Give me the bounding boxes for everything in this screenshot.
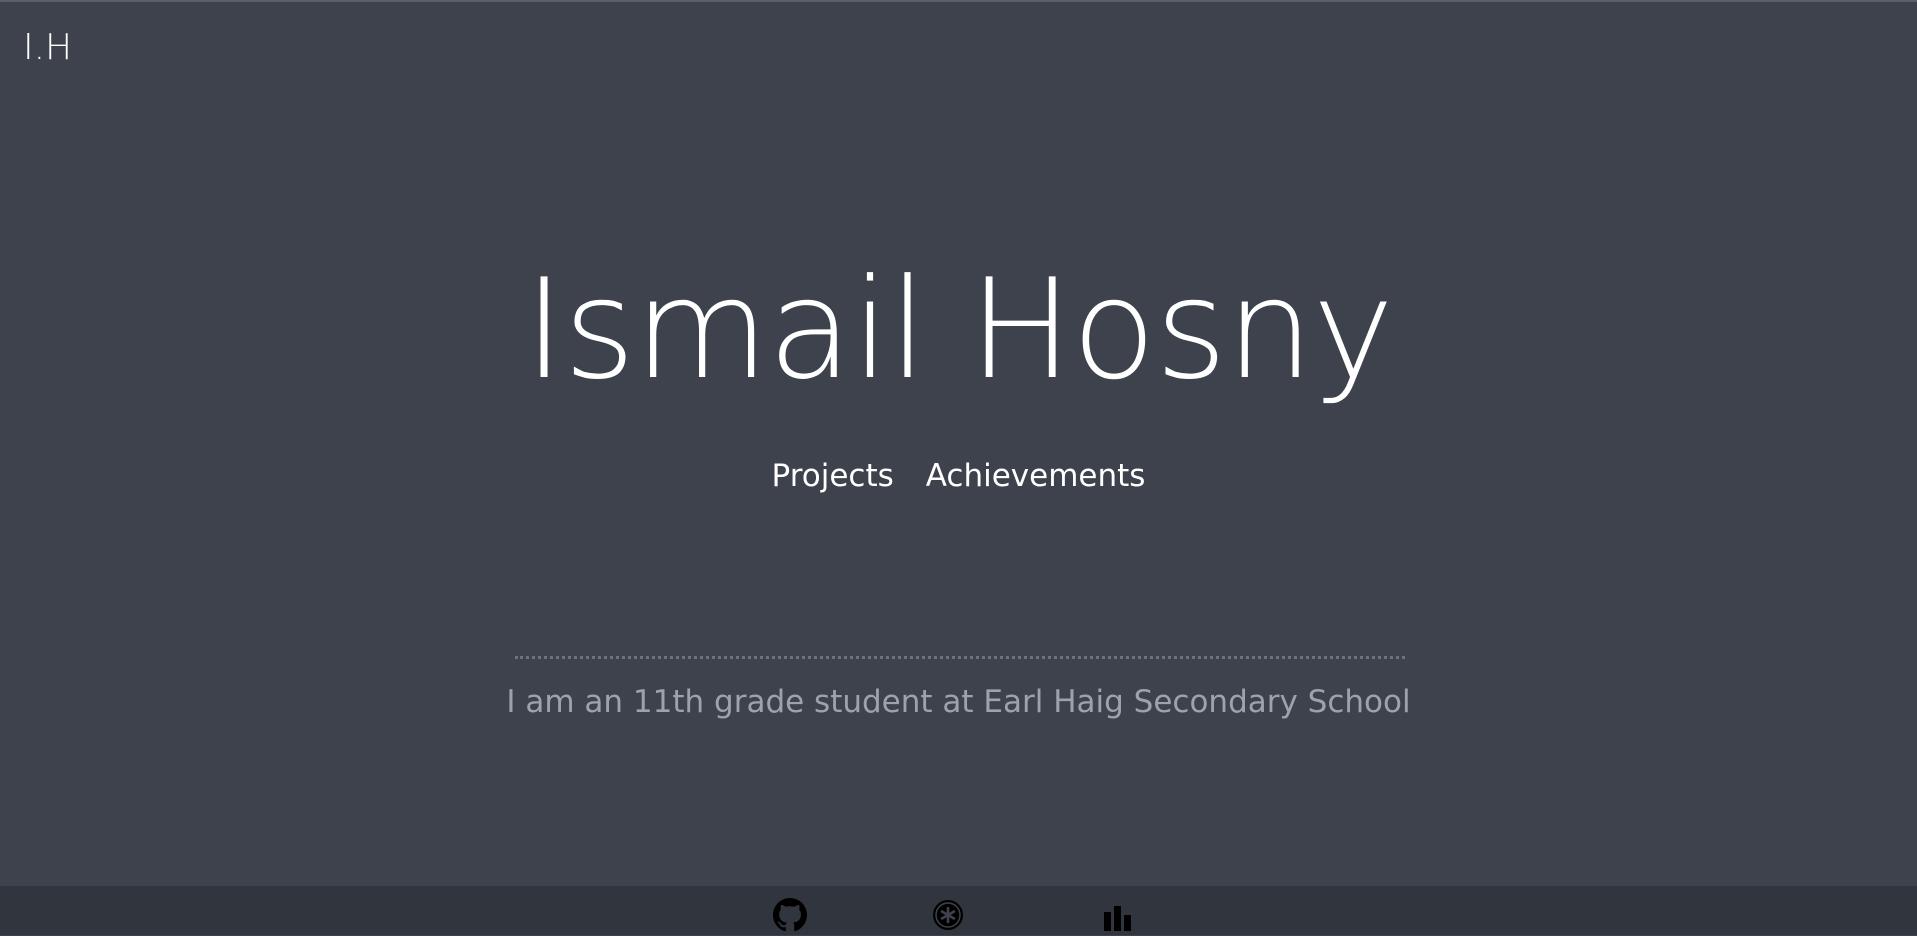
asterisk-badge-icon[interactable] xyxy=(931,898,965,932)
footer-bar xyxy=(0,886,1917,935)
main-nav: Projects Achievements xyxy=(0,456,1917,496)
nav-link-projects[interactable]: Projects xyxy=(772,456,894,496)
intro-tagline: I am an 11th grade student at Earl Haig … xyxy=(506,684,1411,720)
top-edge xyxy=(0,0,1917,2)
section-divider xyxy=(515,656,1405,659)
github-icon[interactable] xyxy=(773,898,807,932)
bar-chart-icon[interactable] xyxy=(1101,898,1135,932)
site-logo[interactable]: I.H xyxy=(23,26,72,70)
page-title: Ismail Hosny xyxy=(523,249,1394,410)
nav-link-achievements[interactable]: Achievements xyxy=(926,456,1146,496)
